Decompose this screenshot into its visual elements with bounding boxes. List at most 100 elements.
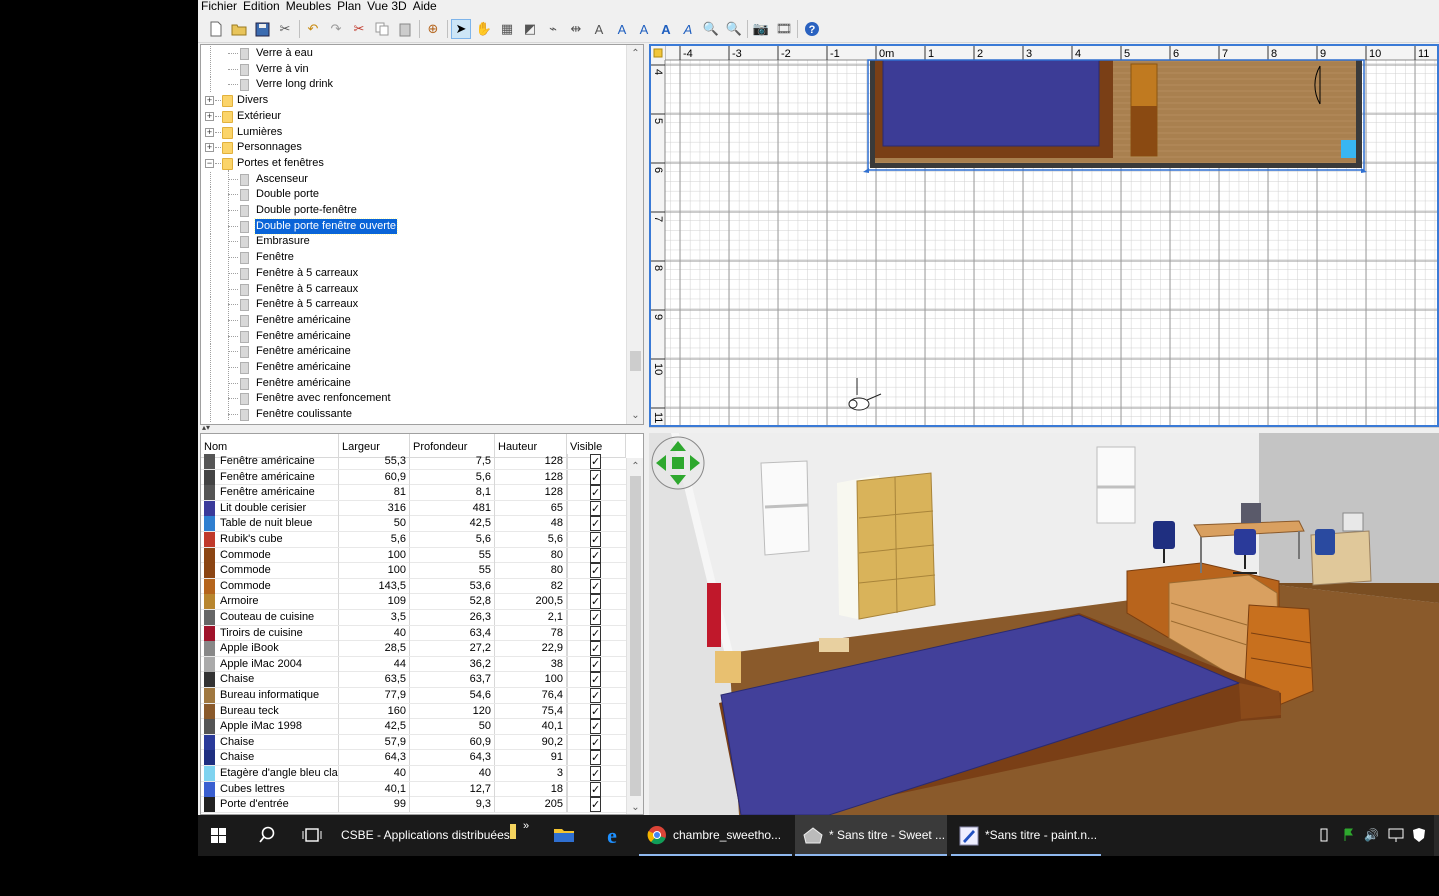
furniture-row[interactable]: Bureau teck 160 120 75,4 ✓	[201, 703, 626, 720]
visible-checkbox[interactable]: ✓	[590, 532, 601, 547]
save-icon[interactable]	[252, 19, 272, 39]
window-back[interactable]	[1096, 446, 1136, 524]
photo-icon[interactable]: 📷	[751, 19, 771, 39]
visible-checkbox[interactable]: ✓	[590, 500, 601, 516]
furniture-row[interactable]: Bureau informatique 77,9 54,6 76,4 ✓	[201, 688, 626, 704]
visible-checkbox[interactable]: ✓	[590, 734, 601, 750]
furniture-row[interactable]: Commode 100 55 80 ✓	[201, 547, 626, 564]
create-rooms-icon[interactable]: ◩	[520, 19, 540, 39]
scroll-down-arrow-icon[interactable]: ⌄	[627, 407, 643, 424]
open-icon[interactable]	[229, 19, 249, 39]
internet-explorer-icon[interactable]: e	[600, 815, 626, 856]
menu-plan[interactable]: Plan	[334, 0, 364, 13]
collapse-icon[interactable]: −	[205, 158, 214, 168]
undo-icon[interactable]: ↶	[303, 19, 323, 39]
catalog-category[interactable]: + Divers	[201, 93, 627, 108]
text-style-c-icon[interactable]: A	[656, 19, 676, 39]
catalog-item[interactable]: Verre long drink	[201, 77, 627, 93]
visible-checkbox[interactable]: ✓	[590, 454, 601, 469]
furniture-list-table[interactable]: Nom Largeur Profondeur Hauteur Visible F…	[200, 433, 644, 815]
catalog-item[interactable]: Double porte	[201, 187, 627, 203]
visible-checkbox[interactable]: ✓	[590, 656, 601, 672]
folder-bar-icon[interactable]	[508, 815, 520, 856]
text-style-b-icon[interactable]: A	[634, 19, 654, 39]
kitchen-drawers-3d[interactable]	[707, 583, 721, 647]
window-left[interactable]	[760, 460, 810, 556]
furniture-row[interactable]: Chaise 57,9 60,9 90,2 ✓	[201, 734, 626, 751]
furniture-row[interactable]: Fenêtre américaine 81 8,1 128 ✓	[201, 485, 626, 501]
catalog-scrollbar[interactable]: ⌃ ⌄	[626, 45, 643, 424]
show-desktop-button[interactable]	[1434, 815, 1439, 856]
furniture-row[interactable]: Apple iMac 1998 42,5 50 40,1 ✓	[201, 719, 626, 735]
network-icon[interactable]	[1388, 815, 1406, 856]
visible-checkbox[interactable]: ✓	[590, 547, 601, 563]
volume-icon[interactable]: 🔊	[1364, 815, 1382, 856]
visible-checkbox[interactable]: ✓	[590, 610, 601, 625]
dresser-plan[interactable]	[1131, 106, 1157, 156]
catalog-item[interactable]: Embrasure	[201, 234, 627, 250]
menu-vue3d[interactable]: Vue 3D	[364, 0, 410, 13]
furniture-row[interactable]: Lit double cerisier 316 481 65 ✓	[201, 500, 626, 517]
visible-checkbox[interactable]: ✓	[590, 469, 601, 485]
visible-checkbox[interactable]: ✓	[590, 719, 601, 735]
visible-checkbox[interactable]: ✓	[590, 766, 601, 781]
taskbar-item-paint[interactable]: *Sans titre - paint.n...	[951, 815, 1101, 856]
create-dimensions-icon[interactable]: ⇹	[566, 19, 586, 39]
visible-checkbox[interactable]: ✓	[590, 485, 601, 501]
visible-checkbox[interactable]: ✓	[590, 672, 601, 688]
furniture-row[interactable]: Commode 100 55 80 ✓	[201, 563, 626, 579]
catalog-item[interactable]: Fenêtre à 5 carreaux	[201, 281, 627, 297]
expand-icon[interactable]: +	[205, 127, 214, 137]
furniture-row[interactable]: Table de nuit bleue 50 42,5 48 ✓	[201, 516, 626, 532]
catalog-item[interactable]: Double porte fenêtre ouverte	[201, 217, 627, 235]
expand-icon[interactable]: +	[205, 143, 214, 153]
scroll-up-arrow-icon[interactable]: ⌃	[627, 45, 643, 62]
menu-edition[interactable]: Edition	[240, 0, 283, 13]
visible-checkbox[interactable]: ✓	[590, 750, 601, 766]
catalog-item[interactable]: Verre à eau	[201, 46, 627, 61]
create-polylines-icon[interactable]: ⌁	[543, 19, 563, 39]
furniture-row[interactable]: Chaise 63,5 63,7 100 ✓	[201, 672, 626, 688]
add-text-icon[interactable]: A	[589, 19, 609, 39]
wall-left[interactable]	[870, 60, 875, 168]
furniture-row[interactable]: Apple iBook 28,5 27,2 22,9 ✓	[201, 641, 626, 657]
catalog-category[interactable]: + Personnages	[201, 140, 627, 155]
security-shield-icon[interactable]	[1412, 815, 1428, 856]
catalog-category[interactable]: − Portes et fenêtres	[201, 156, 627, 171]
visible-checkbox[interactable]: ✓	[590, 797, 601, 813]
select-arrow-icon[interactable]: ➤	[451, 19, 471, 39]
file-explorer-icon[interactable]	[553, 815, 577, 856]
catalog-category[interactable]: + Lumières	[201, 125, 627, 140]
catalog-item[interactable]: Verre à vin	[201, 61, 627, 77]
copy-icon[interactable]	[372, 19, 392, 39]
catalog-item[interactable]: Fenêtre américaine	[201, 328, 627, 344]
taskbar-item-sweethome[interactable]: * Sans titre - Sweet ...	[795, 815, 947, 856]
pan-hand-icon[interactable]: ✋	[474, 19, 494, 39]
scroll-down-arrow-icon[interactable]: ⌄	[627, 799, 643, 814]
navigation-arrows-icon[interactable]	[651, 436, 705, 490]
help-icon[interactable]: ?	[802, 19, 822, 39]
furniture-catalog-tree[interactable]: Verre à eau Verre à vin Verre long drink + D…	[200, 44, 644, 425]
wardrobe-3d[interactable]	[837, 472, 936, 620]
room-floor-plan[interactable]	[863, 59, 1367, 173]
plan-view[interactable]: -4 -3 -2 -1 0m 1 2 3 4 5 6 7 8 9 10 11 4 5 6 7 8 9 10 11	[649, 44, 1439, 427]
left-splitter[interactable]: ▴▾	[200, 423, 644, 433]
furniture-row[interactable]: Rubik's cube 5,6 5,6 5,6 ✓	[201, 532, 626, 548]
catalog-item[interactable]: Double porte-fenêtre	[201, 203, 627, 218]
furniture-row[interactable]: Porte d'entrée 99 9,3 205 ✓	[201, 797, 626, 813]
catalog-item[interactable]: Fenêtre américaine	[201, 360, 627, 375]
visible-checkbox[interactable]: ✓	[590, 625, 601, 641]
catalog-item[interactable]: Fenêtre coulissante	[201, 407, 627, 423]
visible-checkbox[interactable]: ✓	[590, 578, 601, 594]
imac-3d[interactable]	[1241, 503, 1261, 523]
zoom-in-icon[interactable]: 🔍	[701, 19, 721, 39]
catalog-item[interactable]: Fenêtre américaine	[201, 344, 627, 360]
new-icon[interactable]	[206, 19, 226, 39]
plan-canvas[interactable]: -4 -3 -2 -1 0m 1 2 3 4 5 6 7 8 9 10 11 4 5 6 7 8 9 10 11	[651, 46, 1437, 425]
furniture-row[interactable]: Apple iMac 2004 44 36,2 38 ✓	[201, 656, 626, 673]
menu-fichier[interactable]: Fichier	[198, 0, 240, 13]
network-flag-icon[interactable]	[1342, 815, 1356, 856]
catalog-item[interactable]: Fenêtre avec renfoncement	[201, 391, 627, 407]
furniture-row[interactable]: Fenêtre américaine 55,3 7,5 128 ✓	[201, 454, 626, 470]
visible-checkbox[interactable]: ✓	[590, 781, 601, 797]
